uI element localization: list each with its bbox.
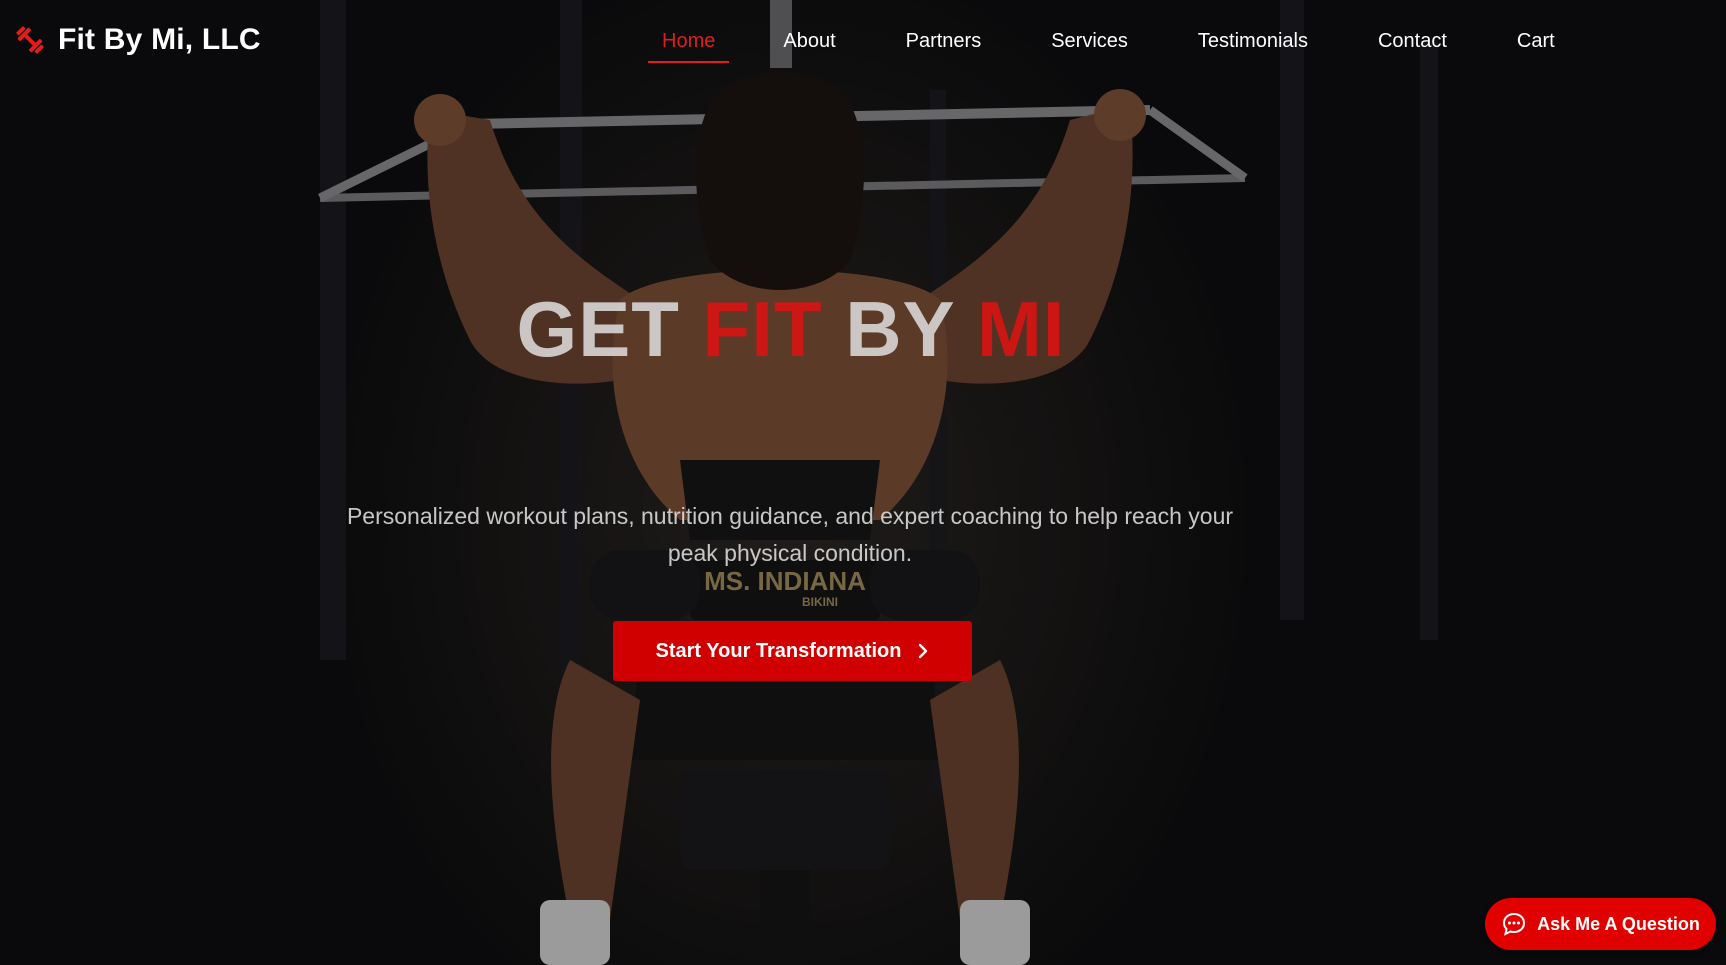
start-transformation-button[interactable]: Start Your Transformation [613, 621, 972, 681]
headline-word-mi: MI [976, 285, 1066, 373]
hero-subtitle: Personalized workout plans, nutrition gu… [346, 503, 1234, 566]
hero-section: MS. INDIANA BIKINI Fit By Mi, LLC Home A… [0, 0, 1726, 965]
chat-label: Ask Me A Question [1537, 913, 1700, 934]
hero-dark-overlay [0, 0, 1726, 965]
nav-services[interactable]: Services [1037, 28, 1142, 63]
headline-word-by: BY [845, 285, 955, 373]
brand-name: Fit By Mi, LLC [58, 23, 261, 56]
nav-partners[interactable]: Partners [892, 28, 996, 63]
nav-testimonials[interactable]: Testimonials [1184, 28, 1322, 63]
nav-home[interactable]: Home [648, 28, 730, 63]
main-nav: Home About Partners Services Testimonial… [648, 28, 1569, 63]
nav-about[interactable]: About [769, 28, 849, 63]
nav-cart[interactable]: Cart [1503, 28, 1569, 63]
chat-bubble-icon [1503, 912, 1526, 936]
chevron-right-icon [919, 643, 928, 659]
headline-word-get: GET [516, 285, 680, 373]
nav-contact[interactable]: Contact [1364, 28, 1461, 63]
brand[interactable]: Fit By Mi, LLC [12, 22, 261, 58]
site-header: Fit By Mi, LLC Home About Partners Servi… [0, 0, 1726, 84]
ask-question-button[interactable]: Ask Me A Question [1485, 898, 1716, 950]
dumbbell-icon [16, 26, 44, 54]
cta-label: Start Your Transformation [655, 639, 902, 662]
hero-headline: GET FIT BY MI [0, 290, 1582, 368]
headline-word-fit: FIT [702, 285, 823, 373]
